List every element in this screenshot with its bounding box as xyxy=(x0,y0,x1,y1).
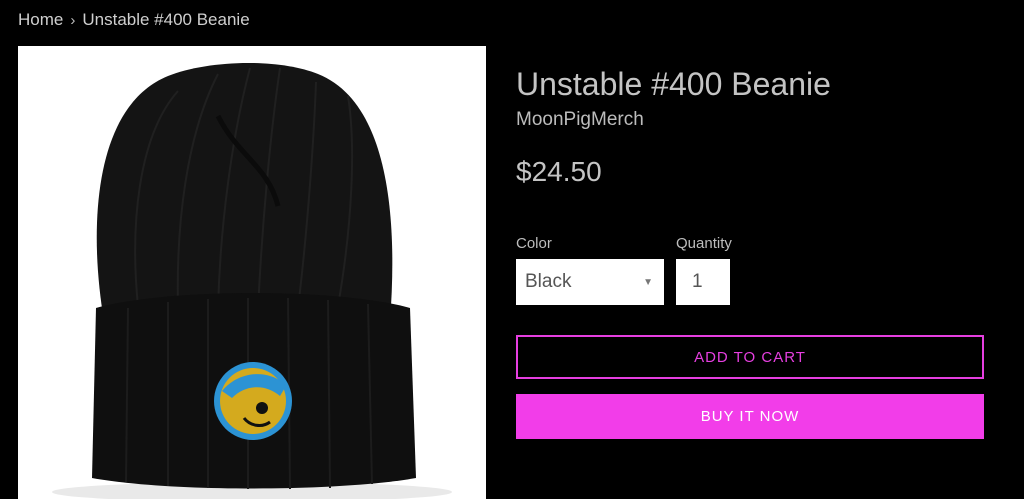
beanie-product-photo xyxy=(52,62,452,499)
product-image[interactable] xyxy=(18,46,486,499)
breadcrumb: Home › Unstable #400 Beanie xyxy=(18,10,250,30)
quantity-input[interactable] xyxy=(676,259,730,305)
add-to-cart-button[interactable]: ADD TO CART xyxy=(516,335,984,379)
breadcrumb-current: Unstable #400 Beanie xyxy=(82,10,250,29)
color-option: Color Black ▼ xyxy=(516,234,664,305)
product-options: Color Black ▼ Quantity xyxy=(516,234,732,305)
quantity-option: Quantity xyxy=(676,234,732,305)
color-label: Color xyxy=(516,235,552,252)
breadcrumb-separator: › xyxy=(70,11,76,29)
buy-now-button[interactable]: BUY IT NOW xyxy=(516,394,984,439)
product-page: Home › Unstable #400 Beanie Unstable #40… xyxy=(0,0,1024,499)
product-title: Unstable #400 Beanie xyxy=(516,66,831,102)
chevron-down-icon: ▼ xyxy=(643,276,653,288)
color-select-value: Black xyxy=(525,271,572,292)
product-price: $24.50 xyxy=(516,156,602,187)
product-vendor: MoonPigMerch xyxy=(516,109,644,130)
product-info: Unstable #400 Beanie MoonPigMerch $24.50 xyxy=(516,64,984,189)
breadcrumb-home-link[interactable]: Home xyxy=(18,10,63,30)
color-select[interactable]: Black ▼ xyxy=(516,259,664,305)
quantity-label: Quantity xyxy=(676,235,732,252)
